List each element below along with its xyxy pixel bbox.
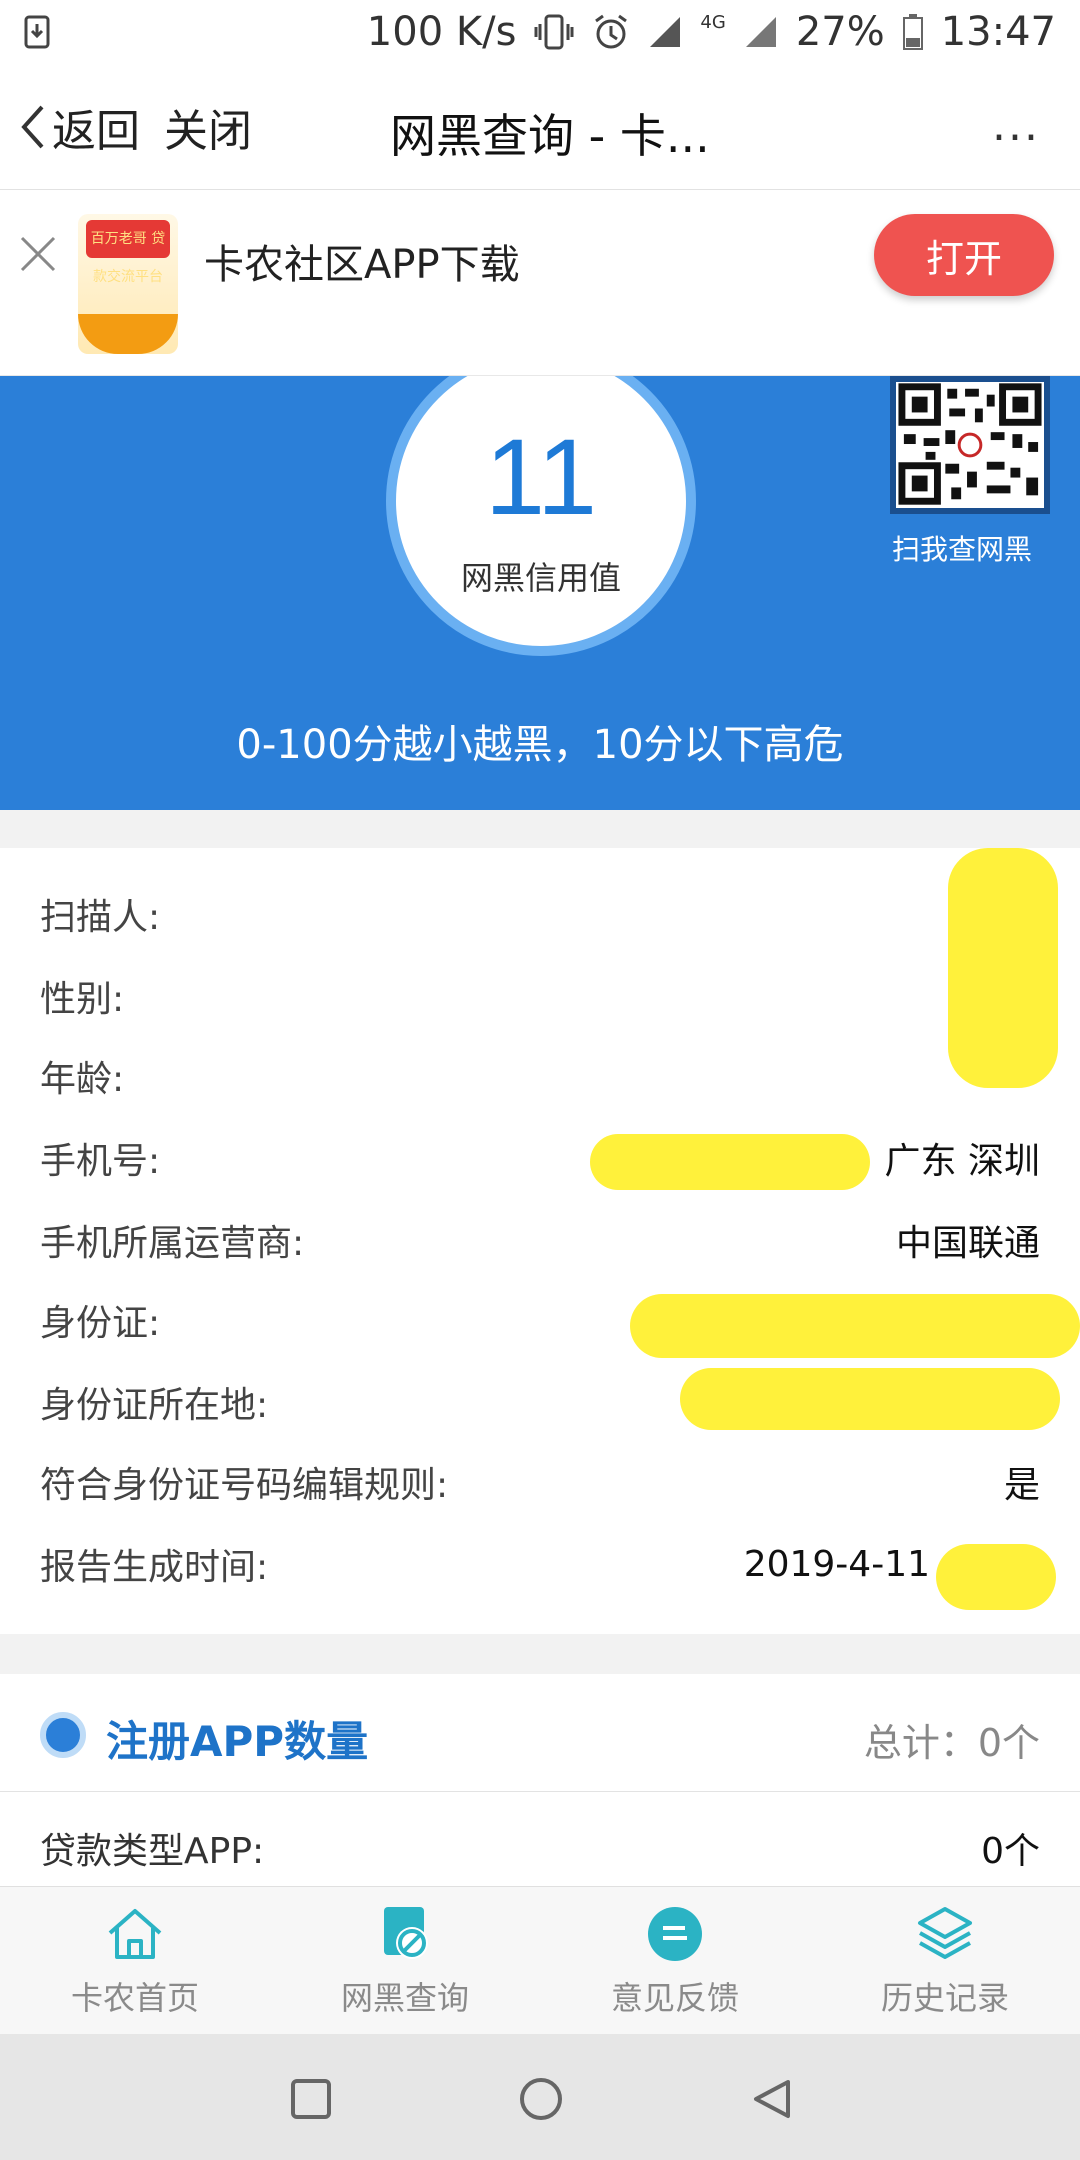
home-icon (108, 1908, 162, 1959)
info-value: 是 (1003, 1465, 1040, 1506)
app-download-banner: 百万老哥 贷款交流平台 卡农社区APP下载 打开 (0, 190, 1080, 376)
loan-apps-count: 0个 (981, 1831, 1040, 1872)
redaction-mark (680, 1368, 1060, 1430)
recent-apps-icon[interactable] (290, 2078, 332, 2120)
section-dot-icon (40, 1712, 86, 1758)
history-layers-icon (918, 1906, 972, 1959)
banner-title: 卡农社区APP下载 (204, 242, 520, 288)
info-label: 手机号: (40, 1141, 161, 1182)
feedback-icon (648, 1906, 702, 1961)
open-app-button[interactable]: 打开 (874, 214, 1054, 296)
info-row-report-time: 报告生成时间: 2019-4-11 (40, 1534, 1040, 1594)
home-button-icon[interactable] (518, 2076, 564, 2122)
apps-total-count: 总计：0个 (863, 1721, 1040, 1765)
qr-code-icon[interactable] (890, 376, 1050, 514)
tab-home[interactable]: 卡农首页 (0, 1887, 270, 2034)
redaction-mark (590, 1134, 870, 1190)
tab-label: 意见反馈 (610, 1978, 739, 2017)
network-speed: 100 K/s (366, 9, 517, 55)
close-button[interactable]: 关闭 (164, 95, 252, 159)
info-label: 年龄: (40, 1059, 125, 1100)
qr-code-label: 扫我查网黑 (891, 533, 1032, 566)
vibrate-icon (534, 14, 574, 50)
info-row-age: 年龄: (40, 1046, 1040, 1106)
loan-apps-row: 贷款类型APP: 0个 (40, 1822, 1040, 1874)
blacklist-query-icon (384, 1906, 428, 1959)
network-type: 4G (700, 11, 726, 33)
tab-label: 历史记录 (880, 1978, 1009, 2017)
more-menu-button[interactable]: ... (992, 100, 1040, 151)
info-row-gender: 性别: (40, 966, 1040, 1026)
info-row-phone: 手机号: 广东 深圳 (40, 1128, 1040, 1188)
clock: 13:47 (940, 9, 1056, 55)
info-row-scanner: 扫描人: (40, 884, 1040, 944)
back-label: 返回 (52, 105, 140, 157)
registered-apps-header: 注册APP数量 总计：0个 (0, 1674, 1080, 1792)
info-label: 性别: (40, 979, 125, 1020)
tab-label: 卡农首页 (70, 1978, 199, 2017)
info-value: 中国联通 (895, 1223, 1040, 1264)
app-logo-text: 百万老哥 贷款交流平台 (86, 220, 170, 285)
tab-feedback[interactable]: 意见反馈 (540, 1887, 810, 2034)
battery-percent: 27% (795, 9, 885, 55)
info-label: 扫描人: (40, 897, 161, 938)
report-info-section: 扫描人: 性别: 年龄: 手机号: 广东 深圳 手机所属运营商: 中国联通 身份… (0, 848, 1080, 1634)
info-label: 手机所属运营商: (40, 1223, 305, 1264)
tab-label: 网黑查询 (340, 1978, 469, 2017)
alarm-icon (595, 14, 628, 49)
back-triangle-icon[interactable] (752, 2078, 792, 2120)
redaction-mark (936, 1544, 1056, 1610)
info-label: 身份证所在地: (40, 1385, 269, 1426)
signal-icon (650, 17, 681, 47)
info-label: 报告生成时间: (40, 1547, 269, 1588)
download-notification-icon (24, 15, 50, 49)
tab-history[interactable]: 历史记录 (810, 1887, 1080, 2034)
page-title: 网黑查询 - 卡... (390, 109, 710, 163)
credit-score-hero: 11 网黑信用值 扫我查网黑 0-100分越小越黑，10分以下高危 (0, 376, 1080, 810)
chevron-left-icon (21, 105, 44, 148)
loan-apps-label: 贷款类型APP: (40, 1831, 265, 1872)
app-logo: 百万老哥 贷款交流平台 (78, 214, 178, 354)
info-row-id-valid: 符合身份证号码编辑规则: 是 (40, 1452, 1040, 1512)
tab-blacklist-query[interactable]: 网黑查询 (270, 1887, 540, 2034)
redaction-mark (948, 848, 1058, 1088)
status-bar: 100 K/s 4G 27% 13:47 (0, 0, 1080, 64)
signal-4g-icon (745, 17, 776, 47)
bottom-tab-bar: 卡农首页 网黑查询 意见反馈 历史记录 (0, 1886, 1080, 2034)
section-title: 注册APP数量 (106, 1717, 369, 1766)
top-navigation: 返回 关闭 网黑查询 - 卡... ... (0, 64, 1080, 190)
close-icon[interactable] (14, 230, 62, 278)
info-value: 2019-4-11 (743, 1543, 930, 1585)
info-label: 身份证: (40, 1303, 161, 1344)
info-row-carrier: 手机所属运营商: 中国联通 (40, 1210, 1040, 1270)
info-label: 符合身份证号码编辑规则: (40, 1465, 449, 1506)
redaction-mark (630, 1294, 1080, 1358)
system-navigation-bar (0, 2034, 1080, 2160)
registered-apps-section: 注册APP数量 总计：0个 贷款类型APP: 0个 (0, 1674, 1080, 1886)
info-value: 广东 深圳 (884, 1141, 1040, 1182)
back-button[interactable]: 返回 (18, 95, 140, 159)
score-explanation: 0-100分越小越黑，10分以下高危 (236, 722, 844, 768)
credit-score-label: 网黑信用值 (460, 559, 621, 597)
battery-icon (902, 14, 923, 50)
credit-score-value: 11 (484, 416, 598, 537)
score-circle: 11 网黑信用值 (386, 376, 696, 656)
